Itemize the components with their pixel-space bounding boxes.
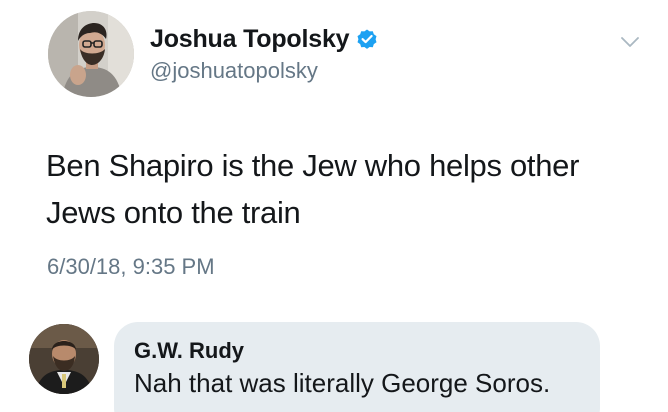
divider [0,300,668,301]
tweet-timestamp[interactable]: 6/30/18, 9:35 PM [47,254,215,280]
chevron-down-icon [621,37,639,47]
author-avatar-image [48,11,134,97]
author-name-row[interactable]: Joshua Topolsky [150,22,379,56]
tweet-card: Joshua Topolsky @joshuatopolsky Ben Shap… [0,0,668,412]
author-handle[interactable]: @joshuatopolsky [150,58,318,84]
reply-avatar-image [29,324,99,394]
author-avatar[interactable] [48,11,134,97]
tweet-text: Ben Shapiro is the Jew who helps other J… [46,148,580,230]
reply-text: Nah that was literally George Soros. [134,368,551,398]
reply-author-avatar[interactable] [29,324,99,394]
reply-author-name[interactable]: G.W. Rudy [134,338,244,364]
tweet-menu-button[interactable] [618,30,642,54]
verified-badge-icon [355,27,379,51]
author-display-name[interactable]: Joshua Topolsky [150,25,350,54]
